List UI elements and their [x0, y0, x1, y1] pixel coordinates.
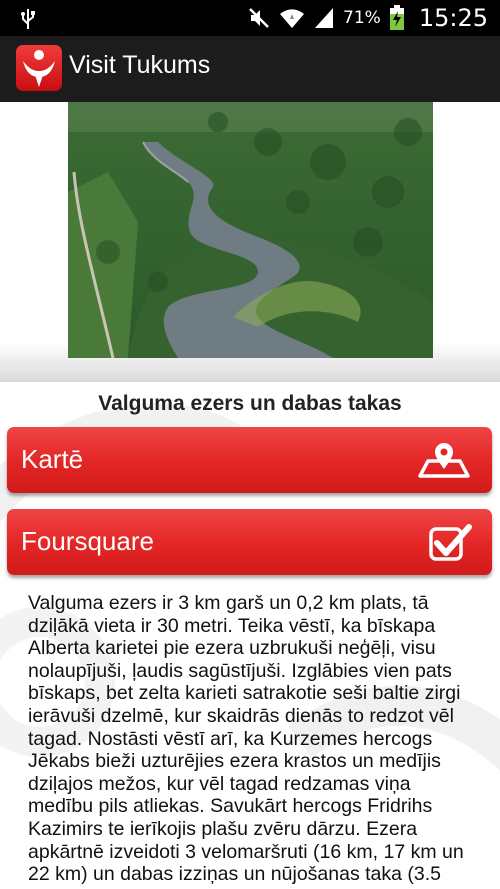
foursquare-button-label: Foursquare [21, 526, 154, 556]
clock: 15:25 [418, 4, 488, 32]
map-pin-icon [418, 443, 470, 478]
status-bar: 71% 15:25 [0, 0, 500, 36]
place-title: Valguma ezers un dabas takas [98, 392, 402, 415]
map-button-label: Kartē [21, 444, 84, 474]
foursquare-button[interactable]: Foursquare [7, 509, 492, 575]
battery-charging-icon [389, 5, 404, 30]
lake-aerial-photo [68, 102, 433, 358]
wifi-icon [280, 9, 305, 28]
battery-percent: 71% [343, 8, 381, 28]
signal-icon [315, 8, 334, 28]
mute-icon [249, 8, 269, 28]
usb-icon [21, 9, 35, 29]
check-in-icon [429, 524, 472, 561]
place-description: Valguma ezers ir 3 km garš un 0,2 km pla… [28, 592, 464, 886]
app-logo-icon[interactable] [16, 45, 62, 91]
content-area: Valguma ezers un dabas takas Kartē Fours… [0, 382, 500, 889]
map-button[interactable]: Kartē [7, 427, 492, 493]
action-bar: Visit Tukums [0, 36, 500, 102]
app-title: Visit Tukums [69, 51, 211, 79]
hero-area [0, 102, 500, 382]
